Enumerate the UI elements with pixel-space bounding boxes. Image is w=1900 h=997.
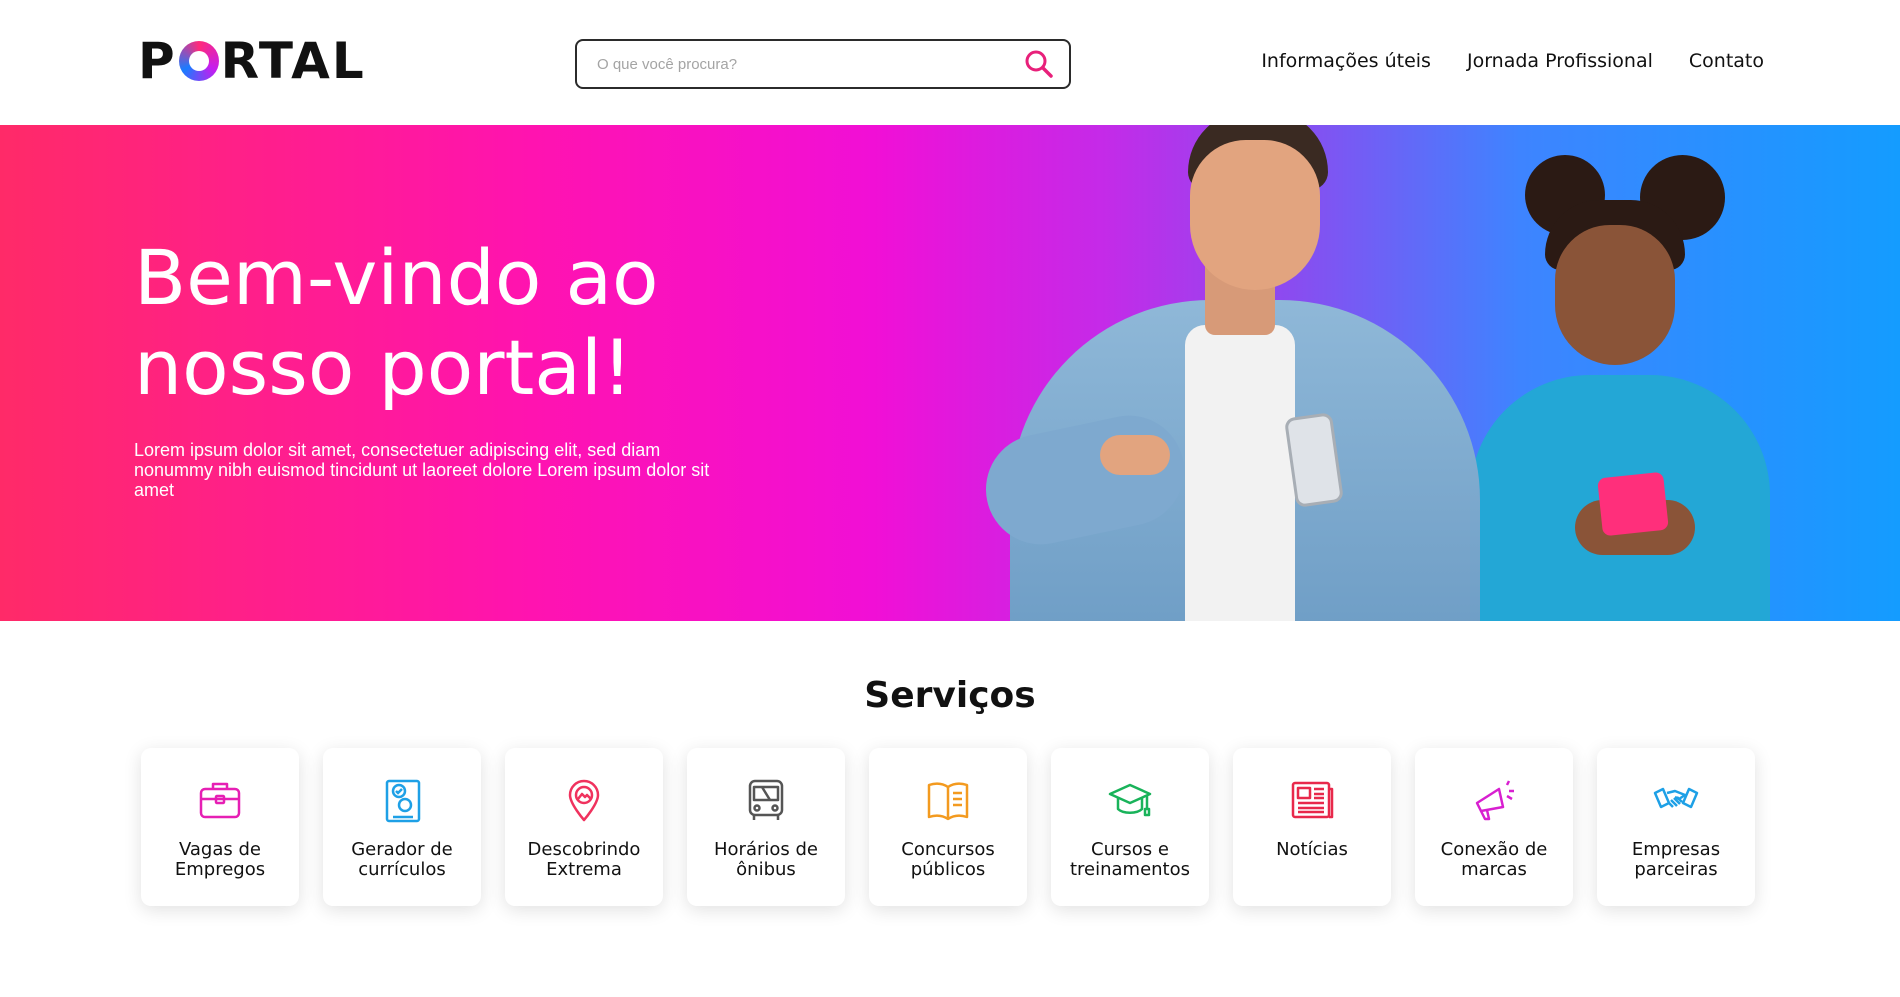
service-label: Horários de ônibus: [714, 839, 818, 880]
megaphone-icon: [1470, 776, 1518, 824]
service-label: Empresas parceiras: [1631, 839, 1721, 880]
service-label: Concursos públicos: [901, 839, 995, 880]
header: P RTAL Informações úteis Jornada Profiss…: [0, 0, 1900, 125]
search-icon[interactable]: [1023, 48, 1055, 80]
service-card-conexao-marcas[interactable]: Conexão de marcas: [1415, 748, 1573, 906]
map-pin-icon: [560, 776, 608, 824]
bus-icon: [742, 776, 790, 824]
service-card-cursos[interactable]: Cursos e treinamentos: [1051, 748, 1209, 906]
book-icon: [924, 776, 972, 824]
hero-title: Bem-vindo ao nosso portal!: [134, 233, 854, 413]
man-face: [1190, 140, 1320, 290]
woman-face: [1555, 225, 1675, 365]
hero-subtitle: Lorem ipsum dolor sit amet, consectetuer…: [134, 440, 710, 500]
service-label: Conexão de marcas: [1440, 839, 1548, 880]
search-bar: [575, 39, 1071, 89]
services-title: Serviços: [864, 675, 1036, 716]
main-nav: Informações úteis Jornada Profissional C…: [1261, 50, 1764, 72]
nav-contato[interactable]: Contato: [1689, 50, 1764, 72]
service-label: Gerador de currículos: [351, 839, 453, 880]
service-card-gerador-curriculos[interactable]: Gerador de currículos: [323, 748, 481, 906]
service-card-horarios-onibus[interactable]: Horários de ônibus: [687, 748, 845, 906]
search-input[interactable]: [597, 55, 1023, 73]
man-pointing-hand: [1100, 435, 1170, 475]
handshake-icon: [1652, 776, 1700, 824]
man-tshirt: [1185, 325, 1295, 621]
service-label: Notícias: [1276, 839, 1348, 860]
logo-o-icon: [178, 41, 219, 81]
portal-logo[interactable]: P RTAL: [138, 32, 366, 90]
hero-title-line1: Bem-vindo ao: [134, 233, 659, 322]
service-card-vagas[interactable]: Vagas de Empregos: [141, 748, 299, 906]
graduation-cap-icon: [1106, 776, 1154, 824]
service-label: Cursos e treinamentos: [1069, 839, 1191, 880]
service-card-empresas-parceiras[interactable]: Empresas parceiras: [1597, 748, 1755, 906]
resume-icon: [378, 776, 426, 824]
newspaper-icon: [1288, 776, 1336, 824]
service-card-concursos[interactable]: Concursos públicos: [869, 748, 1027, 906]
service-label: Descobrindo Extrema: [527, 839, 641, 880]
services-grid: Vagas de Empregos Gerador de currículos …: [141, 748, 1755, 906]
nav-informacoes-uteis[interactable]: Informações úteis: [1261, 50, 1431, 72]
service-label: Vagas de Empregos: [174, 839, 266, 880]
briefcase-icon: [196, 776, 244, 824]
woman-phone: [1597, 471, 1669, 537]
service-card-noticias[interactable]: Notícias: [1233, 748, 1391, 906]
hero-banner: Bem-vindo ao nosso portal! Lorem ipsum d…: [0, 125, 1900, 621]
service-card-descobrindo-extrema[interactable]: Descobrindo Extrema: [505, 748, 663, 906]
nav-jornada-profissional[interactable]: Jornada Profissional: [1467, 50, 1653, 72]
hero-title-line2: nosso portal!: [134, 323, 633, 412]
logo-text-right: RTAL: [220, 32, 366, 90]
logo-text-left: P: [138, 32, 177, 90]
